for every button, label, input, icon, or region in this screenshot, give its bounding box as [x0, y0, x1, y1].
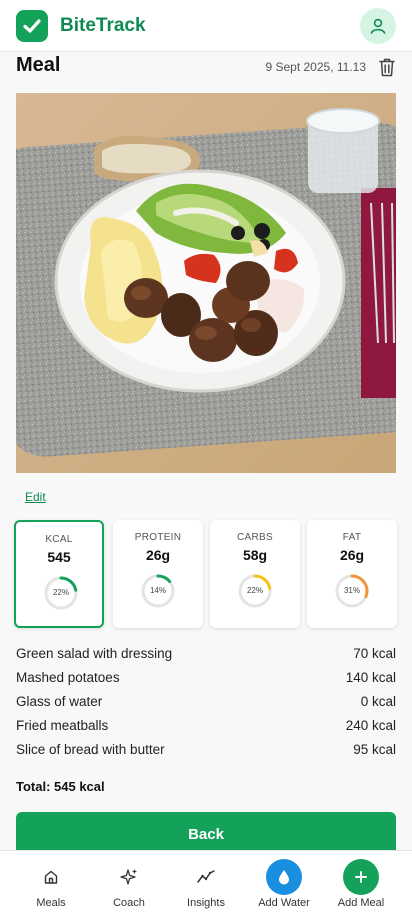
trend-icon — [195, 866, 217, 888]
meal-photo — [16, 93, 396, 473]
macro-label: PROTEIN — [134, 532, 182, 543]
delete-meal-button[interactable] — [377, 56, 397, 78]
nav-label: Coach — [113, 897, 145, 909]
progress-percent: 14% — [149, 586, 166, 595]
macro-value: 545 — [47, 549, 71, 565]
macro-value: 26g — [339, 547, 365, 563]
macro-label: KCAL — [45, 534, 73, 545]
list-item: Mashed potatoes 140 kcal — [16, 668, 396, 692]
food-name: Glass of water — [16, 694, 103, 709]
nav-label: Meals — [36, 897, 66, 909]
progress-percent: 31% — [343, 586, 360, 595]
sparkles-icon — [118, 866, 140, 888]
bottom-navigation: Meals Coach Insights Add Water Add Meal — [0, 850, 412, 915]
nav-label: Add Water — [258, 897, 310, 909]
macro-value: 26g — [145, 547, 171, 563]
trash-icon — [379, 58, 395, 77]
macro-label: CARBS — [237, 532, 273, 543]
food-kcal: 0 kcal — [360, 694, 396, 709]
food-name: Fried meatballs — [16, 718, 109, 733]
food-item-list: Green salad with dressing 70 kcal Mashed… — [16, 644, 396, 764]
nav-item-meals[interactable]: Meals — [11, 851, 91, 915]
nav-item-insights[interactable]: Insights — [166, 851, 246, 915]
edit-meal-link[interactable]: Edit — [25, 490, 46, 504]
nav-item-coach[interactable]: Coach — [89, 851, 169, 915]
profile-button[interactable] — [360, 8, 396, 44]
checkmark-logo-icon — [16, 10, 48, 42]
food-name: Slice of bread with butter — [16, 742, 165, 757]
progress-percent: 22% — [246, 586, 263, 595]
list-item: Glass of water 0 kcal — [16, 692, 396, 716]
plus-icon — [343, 859, 379, 895]
list-item: Fried meatballs 240 kcal — [16, 716, 396, 740]
water-drop-icon — [266, 859, 302, 895]
macro-card-carbs[interactable]: CARBS 58g 22% — [210, 520, 300, 628]
food-kcal: 95 kcal — [353, 742, 396, 757]
macro-card-protein[interactable]: PROTEIN 26g 14% — [113, 520, 203, 628]
food-kcal: 240 kcal — [345, 718, 396, 733]
nav-label: Add Meal — [337, 897, 385, 909]
page-title: Meal — [16, 54, 61, 76]
nav-label: Insights — [187, 897, 225, 909]
user-icon — [370, 18, 386, 34]
macro-label: FAT — [342, 532, 362, 543]
progress-percent: 22% — [52, 588, 69, 597]
macro-value: 58g — [242, 547, 268, 563]
meal-timestamp: 9 Sept 2025, 11.13 — [265, 60, 366, 74]
home-icon — [40, 866, 62, 888]
total-kcal: Total: 545 kcal — [16, 779, 105, 794]
food-name: Green salad with dressing — [16, 646, 173, 661]
list-item: Green salad with dressing 70 kcal — [16, 644, 396, 668]
food-kcal: 140 kcal — [345, 670, 396, 685]
food-name: Mashed potatoes — [16, 670, 120, 685]
macro-card-kcal[interactable]: KCAL 545 22% — [14, 520, 104, 628]
top-app-bar: BiteTrack — [0, 0, 412, 52]
food-kcal: 70 kcal — [353, 646, 396, 661]
nav-item-add-meal[interactable]: Add Meal — [321, 851, 401, 915]
app-name: BiteTrack — [60, 15, 146, 36]
list-item: Slice of bread with butter 95 kcal — [16, 740, 396, 764]
macro-card-fat[interactable]: FAT 26g 31% — [307, 520, 397, 628]
nav-item-add-water[interactable]: Add Water — [244, 851, 324, 915]
